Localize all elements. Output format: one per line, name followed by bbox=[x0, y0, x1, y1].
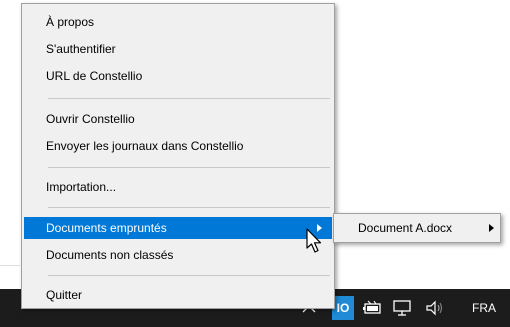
menu-item-label: Documents empruntés bbox=[46, 221, 167, 235]
network-icon[interactable] bbox=[392, 298, 414, 318]
submenu-item-document-a[interactable]: Document A.docx bbox=[336, 217, 498, 239]
battery-icon[interactable] bbox=[362, 299, 384, 317]
volume-icon[interactable] bbox=[424, 298, 446, 318]
menu-item-send-logs[interactable]: Envoyer les journaux dans Constellio bbox=[24, 135, 332, 157]
menu-item-constellio-url[interactable]: URL de Constellio bbox=[24, 65, 332, 87]
menu-separator bbox=[48, 275, 330, 276]
submenu-arrow-icon bbox=[489, 224, 494, 232]
menu-item-borrowed-documents[interactable]: Documents empruntés bbox=[24, 217, 332, 239]
menu-item-label: Quitter bbox=[46, 288, 83, 302]
mouse-cursor-icon bbox=[306, 228, 322, 253]
menu-item-a-propos[interactable]: À propos bbox=[24, 11, 332, 33]
language-indicator[interactable]: FRA bbox=[472, 300, 496, 316]
menu-item-unclassified-documents[interactable]: Documents non classés bbox=[24, 244, 332, 266]
menu-separator bbox=[48, 98, 330, 99]
menu-item-label: Ouvrir Constellio bbox=[46, 112, 135, 126]
menu-separator bbox=[48, 167, 330, 168]
menu-item-quit[interactable]: Quitter bbox=[24, 284, 332, 306]
menu-separator bbox=[48, 207, 330, 208]
menu-item-label: Importation... bbox=[46, 180, 117, 194]
menu-item-import[interactable]: Importation... bbox=[24, 176, 332, 198]
menu-item-label: URL de Constellio bbox=[46, 69, 143, 83]
menu-item-label: À propos bbox=[46, 15, 95, 29]
constellio-tray-icon[interactable]: IO bbox=[332, 296, 354, 320]
borrowed-documents-submenu: Document A.docx bbox=[333, 213, 501, 243]
menu-item-label: Envoyer les journaux dans Constellio bbox=[46, 139, 244, 153]
menu-item-label: S'authentifier bbox=[46, 42, 116, 56]
menu-item-open-constellio[interactable]: Ouvrir Constellio bbox=[24, 108, 332, 130]
menu-item-label: Documents non classés bbox=[46, 248, 174, 262]
submenu-item-label: Document A.docx bbox=[358, 221, 453, 235]
background-divider bbox=[0, 265, 20, 266]
context-menu: À propos S'authentifier URL de Constelli… bbox=[21, 3, 335, 309]
menu-item-authenticate[interactable]: S'authentifier bbox=[24, 38, 332, 60]
